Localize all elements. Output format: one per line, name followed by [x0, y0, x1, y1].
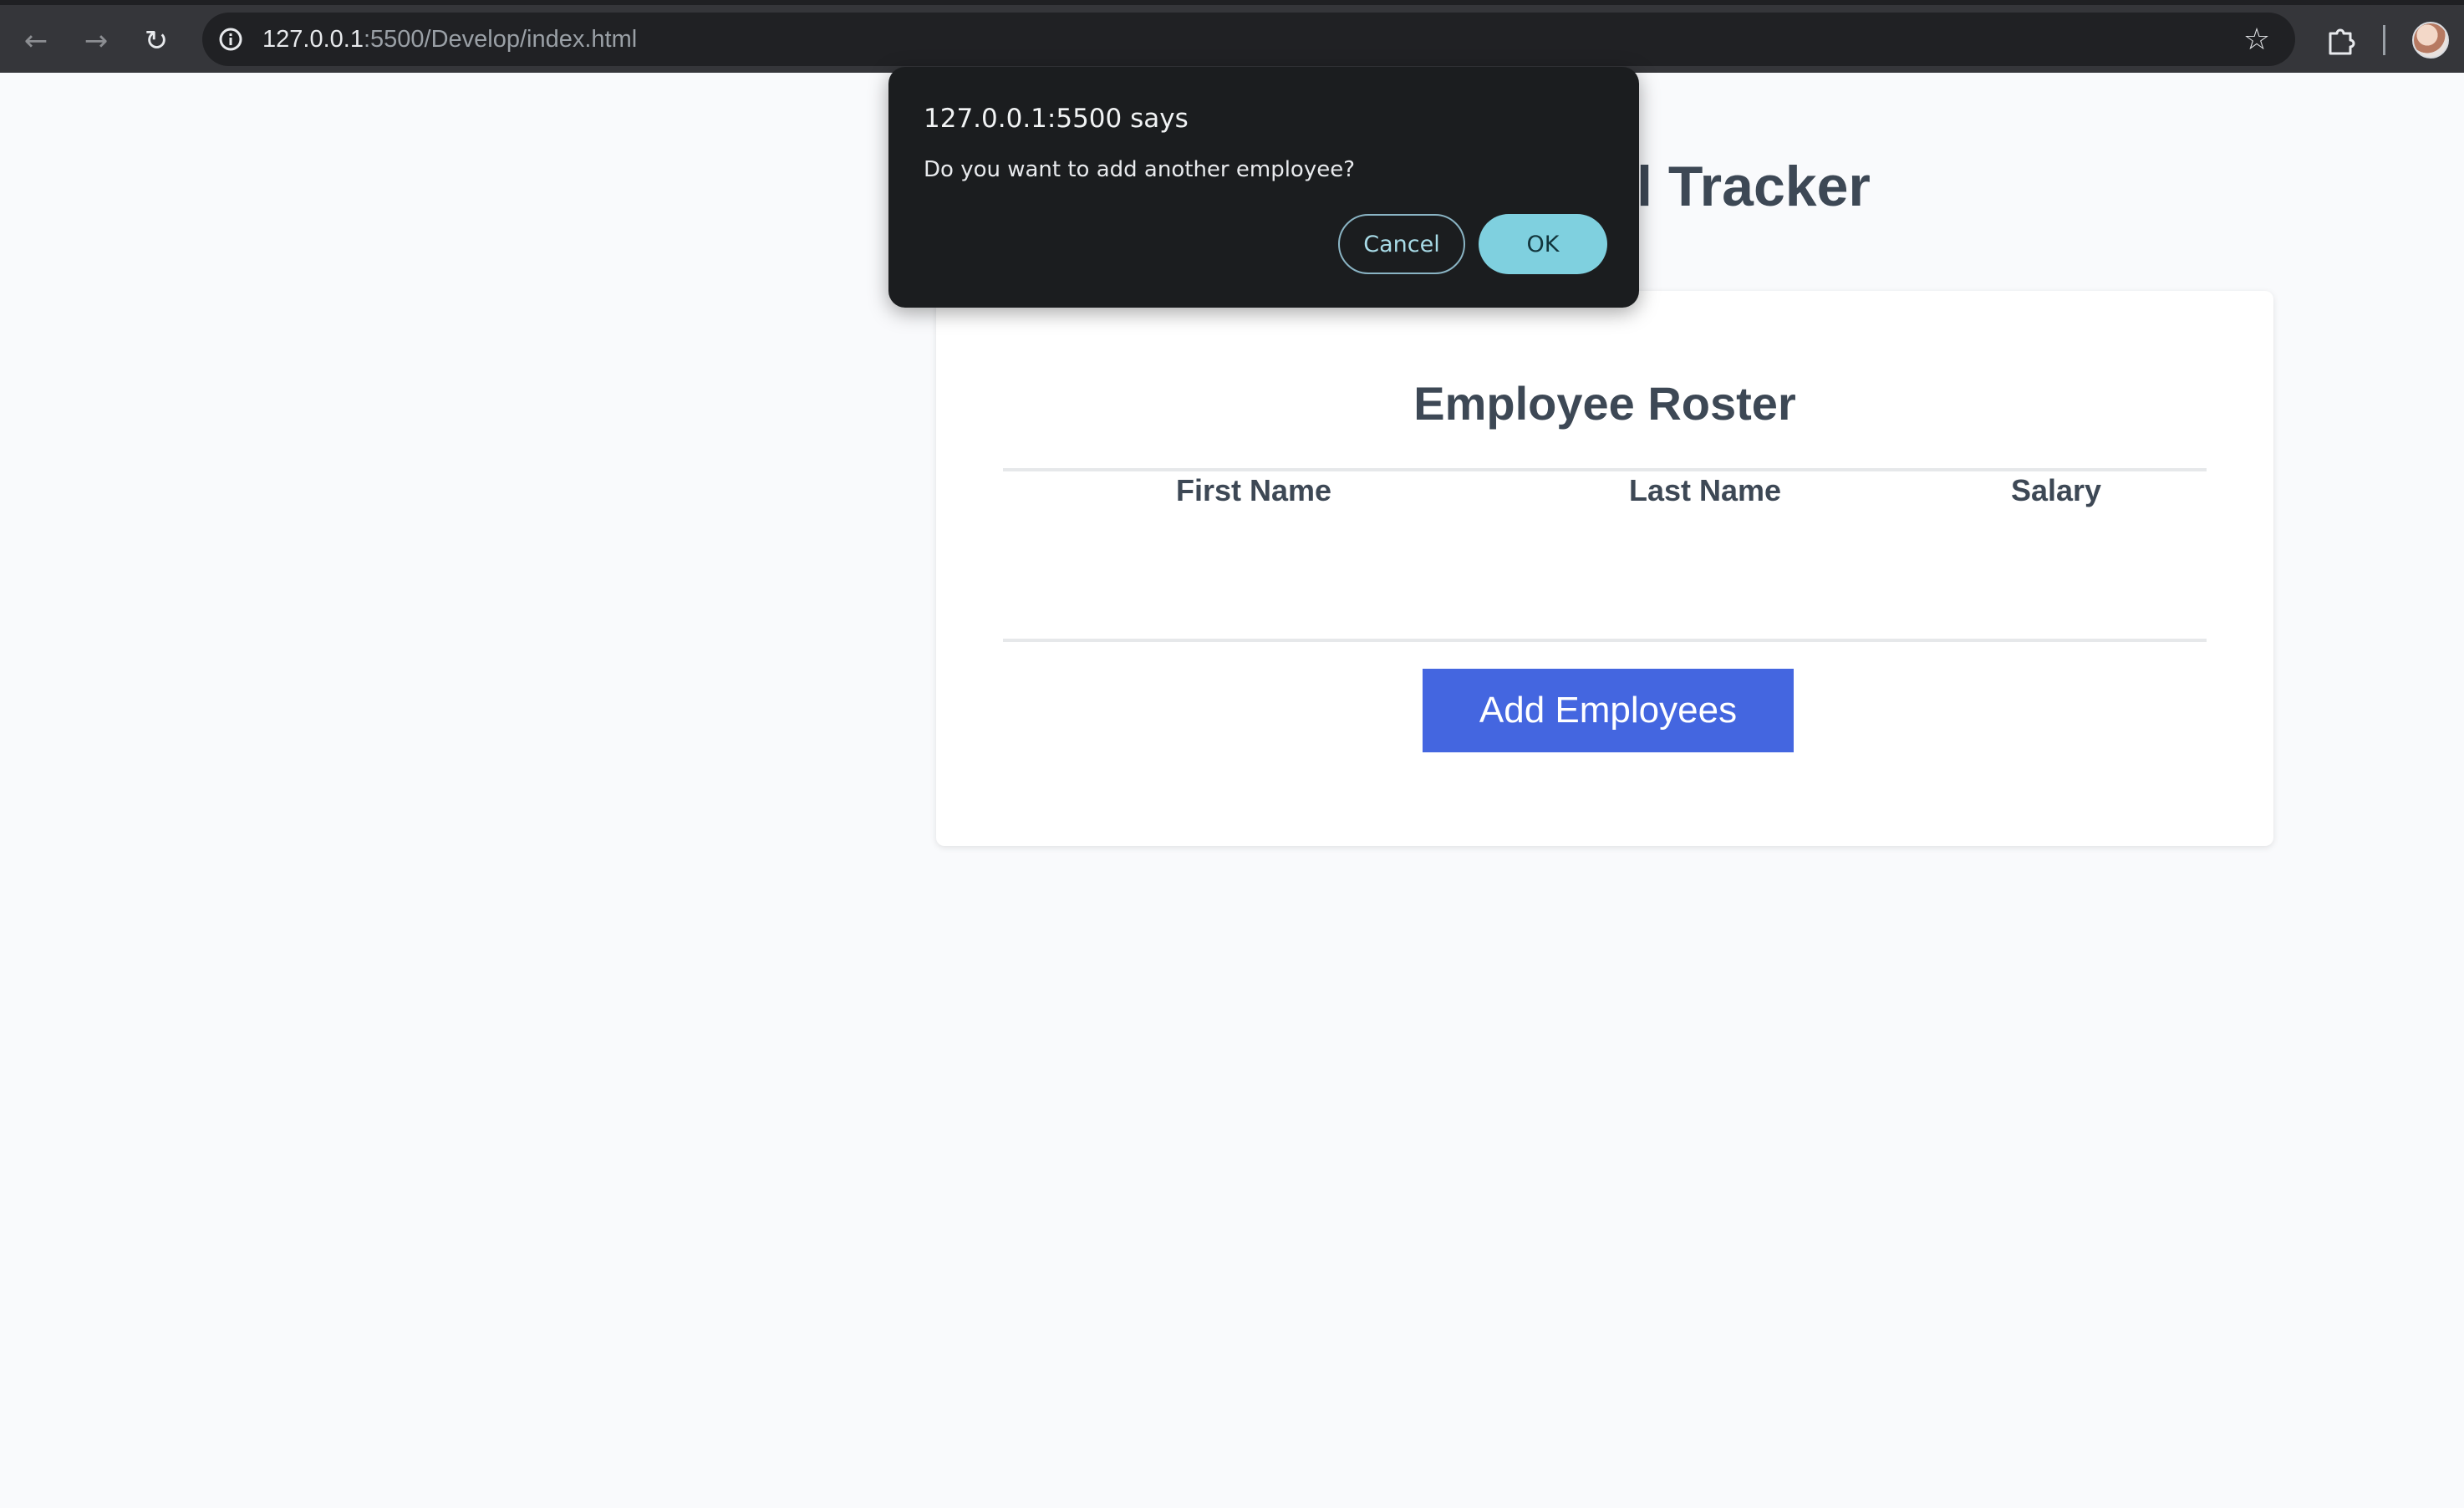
reload-button[interactable]: ↻ — [132, 17, 181, 65]
table-top-divider — [1003, 468, 2207, 471]
column-header-first-name: First Name — [1175, 473, 1332, 507]
roster-title: Employee Roster — [1413, 377, 1796, 430]
roster-card: Employee Roster First Name Last Name Sal… — [936, 291, 2273, 846]
add-employees-button[interactable]: Add Employees — [1423, 669, 1794, 752]
site-info-icon[interactable] — [216, 24, 246, 54]
dialog-title: 127.0.0.1:5500 says — [924, 104, 1189, 134]
cancel-button[interactable]: Cancel — [1338, 214, 1465, 274]
column-header-last-name: Last Name — [1628, 473, 1782, 507]
confirm-dialog: 127.0.0.1:5500 says Do you want to add a… — [888, 67, 1639, 308]
browser-toolbar: ← → ↻ 127.0.0.1:5500/Develop/index.html … — [0, 0, 2464, 73]
url-host: 127.0.0.1 — [262, 26, 364, 53]
dialog-message: Do you want to add another employee? — [924, 157, 1356, 182]
address-bar[interactable]: 127.0.0.1:5500/Develop/index.html ☆ — [202, 13, 2295, 66]
extensions-puzzle-icon[interactable] — [2320, 20, 2360, 60]
toolbar-divider — [2383, 25, 2385, 55]
reload-icon: ↻ — [144, 24, 169, 58]
profile-avatar[interactable] — [2412, 22, 2449, 59]
url-path: :5500/Develop/index.html — [363, 26, 638, 53]
ok-button[interactable]: OK — [1479, 214, 1607, 274]
arrow-left-icon: ← — [23, 24, 48, 58]
column-header-salary: Salary — [2010, 473, 2102, 507]
table-bottom-divider — [1003, 639, 2207, 642]
bookmark-star-icon[interactable]: ☆ — [2238, 21, 2275, 58]
arrow-right-icon: → — [84, 24, 109, 58]
forward-button[interactable]: → — [72, 17, 120, 65]
url-text[interactable]: 127.0.0.1:5500/Develop/index.html — [262, 24, 637, 54]
back-button[interactable]: ← — [12, 17, 60, 65]
